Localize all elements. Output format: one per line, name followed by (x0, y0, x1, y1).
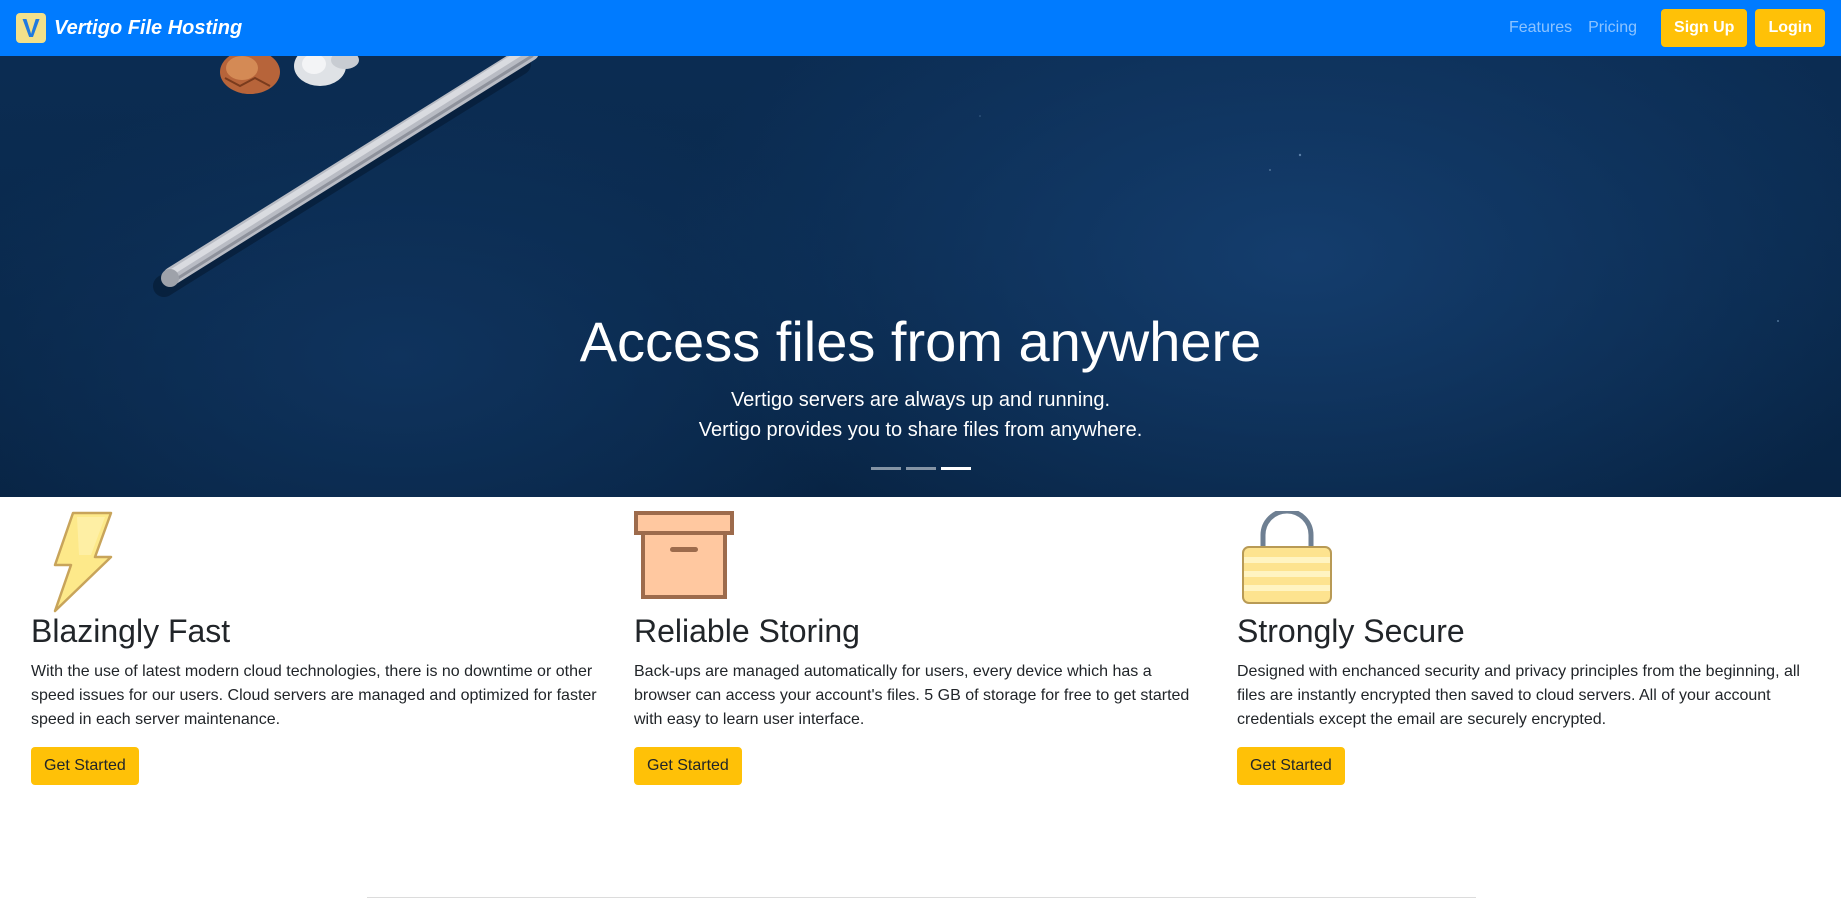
carousel-indicator-2[interactable] (905, 467, 936, 470)
feature-text-fast: With the use of latest modern cloud tech… (31, 663, 597, 728)
hero-subtitle-line-2: Vertigo provides you to share files from… (698, 419, 1143, 442)
feature-title-storing: Reliable Storing (634, 613, 860, 649)
feature-title-secure: Strongly Secure (1237, 613, 1465, 649)
feature-text-secure: Designed with enchanced security and pri… (1237, 663, 1800, 728)
brand-name: Vertigo File Hosting (54, 16, 243, 39)
lightning-icon (53, 511, 113, 613)
feature-title-fast: Blazingly Fast (31, 613, 231, 649)
sign-up-button[interactable]: Sign Up (1661, 9, 1748, 47)
brand-link[interactable]: V Vertigo File Hosting (16, 13, 242, 43)
top-navbar: V Vertigo File Hosting Features Pricing … (0, 0, 1841, 56)
hero-title: Access files from anywhere (579, 310, 1262, 373)
hero-caption: Access files from anywhere Vertigo serve… (0, 308, 1841, 445)
carousel-indicator-3[interactable] (940, 467, 971, 470)
box-icon (634, 511, 734, 599)
feature-text-storing: Back-ups are managed automatically for u… (634, 663, 1190, 728)
hero-carousel: Access files from anywhere Vertigo serve… (0, 56, 1841, 497)
hero-subtitle-line-1: Vertigo servers are always up and runnin… (730, 389, 1111, 412)
get-started-button-fast[interactable]: Get Started (31, 747, 139, 785)
nav-right-group: Features Pricing Sign Up Login (1509, 9, 1825, 47)
carousel-indicators (0, 467, 1841, 470)
nav-link-pricing[interactable]: Pricing (1588, 19, 1637, 37)
get-started-button-storing[interactable]: Get Started (634, 747, 742, 785)
login-button[interactable]: Login (1755, 9, 1825, 47)
lock-icon (1242, 511, 1332, 604)
carousel-indicator-1[interactable] (870, 467, 901, 470)
nav-link-features[interactable]: Features (1509, 19, 1572, 37)
brand-logo-icon: V (16, 13, 46, 43)
get-started-button-secure[interactable]: Get Started (1237, 747, 1345, 785)
